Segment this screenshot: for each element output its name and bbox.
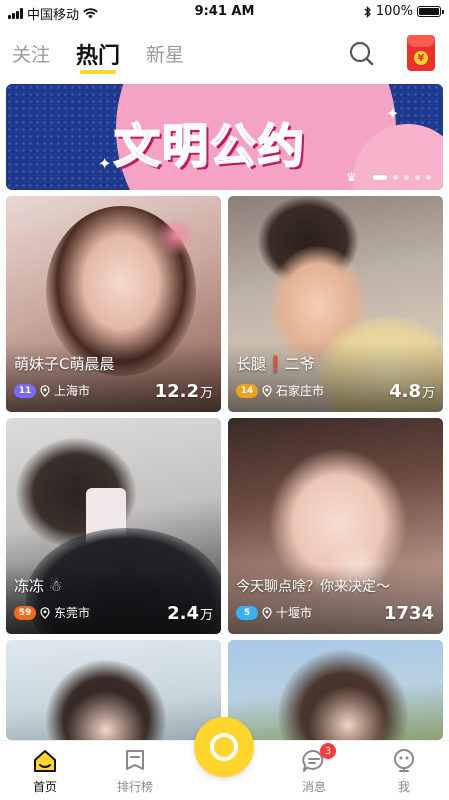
banner-pagination bbox=[373, 175, 431, 180]
ranking-icon bbox=[121, 747, 149, 775]
status-right: 100% bbox=[364, 4, 444, 19]
red-packet-button[interactable]: ¥ bbox=[407, 35, 435, 71]
profile-icon bbox=[390, 747, 418, 775]
page-dot bbox=[426, 175, 431, 180]
streamer-name: 冻冻 ☃ bbox=[14, 575, 62, 596]
card-meta: 5 十堰市 bbox=[236, 604, 312, 621]
streamer-name: 长腿❗二爷 bbox=[236, 353, 315, 374]
location-label: 东莞市 bbox=[54, 606, 91, 620]
location-label: 十堰市 bbox=[276, 606, 313, 620]
tab-hot[interactable]: 热门 bbox=[76, 38, 120, 70]
tab-new-stars[interactable]: 新星 bbox=[146, 40, 184, 67]
location-pin-icon bbox=[40, 606, 50, 619]
leg-icon: ❗ bbox=[266, 355, 285, 373]
live-card[interactable] bbox=[228, 640, 443, 740]
sparkle-icon: ✦ bbox=[98, 154, 112, 173]
sparkle-icon: ✦ bbox=[386, 104, 400, 123]
go-live-button[interactable] bbox=[194, 717, 254, 777]
crown-icon: ♛ bbox=[346, 170, 357, 184]
level-badge: 59 bbox=[14, 605, 36, 620]
count-value: 4.8 bbox=[389, 381, 421, 402]
battery-percent: 100% bbox=[375, 4, 413, 19]
count-value: 2.4 bbox=[167, 603, 199, 624]
location-label: 上海市 bbox=[54, 384, 91, 398]
banner-title: 文明公约 bbox=[113, 118, 306, 174]
nav-profile[interactable]: 我 bbox=[369, 747, 439, 795]
page-dot bbox=[393, 175, 398, 180]
live-card[interactable]: 今天聊点啥？你来决定～ 5 十堰市 1734 bbox=[228, 418, 443, 634]
red-packet-flap bbox=[407, 35, 435, 47]
viewer-count: 12.2万 bbox=[155, 381, 213, 402]
level-badge: 5 bbox=[236, 605, 258, 620]
tab-follow[interactable]: 关注 bbox=[12, 40, 50, 67]
photo-detail bbox=[156, 216, 196, 256]
count-value: 1734 bbox=[383, 603, 434, 624]
card-meta: 14 石家庄市 bbox=[236, 382, 324, 399]
nav-profile-label: 我 bbox=[397, 780, 410, 794]
live-card[interactable]: 长腿❗二爷 14 石家庄市 4.8万 bbox=[228, 196, 443, 412]
card-meta: 11 上海市 bbox=[14, 382, 90, 399]
stream-title: 今天聊点啥？你来决定～ bbox=[236, 579, 390, 595]
viewer-count: 4.8万 bbox=[389, 381, 435, 402]
count-unit: 万 bbox=[421, 386, 435, 401]
page-dot bbox=[415, 175, 420, 180]
count-unit: 万 bbox=[199, 386, 213, 401]
streamer-name: 萌妹子C萌晨晨 bbox=[14, 355, 115, 373]
live-camera-icon bbox=[210, 733, 238, 761]
count-unit: 万 bbox=[199, 608, 213, 623]
ghost-icon: ☃ bbox=[44, 577, 63, 595]
location-label: 石家庄市 bbox=[276, 384, 325, 398]
active-tab-indicator bbox=[80, 70, 116, 74]
nav-messages[interactable]: 3 消息 bbox=[279, 743, 349, 795]
nav-home[interactable]: 首页 bbox=[10, 747, 80, 795]
location-pin-icon bbox=[40, 384, 50, 397]
bluetooth-icon bbox=[364, 5, 371, 18]
level-badge: 11 bbox=[14, 383, 36, 398]
battery-icon bbox=[417, 6, 444, 17]
nav-ranking-label: 排行榜 bbox=[116, 780, 153, 794]
nav-home-label: 首页 bbox=[32, 780, 57, 794]
location-pin-icon bbox=[262, 606, 272, 619]
top-nav: 关注 热门 新星 ¥ bbox=[0, 30, 449, 80]
location-pin-icon bbox=[262, 384, 272, 397]
live-card[interactable]: 萌妹子C萌晨晨 11 上海市 12.2万 bbox=[6, 196, 221, 412]
home-icon bbox=[31, 747, 59, 775]
bottom-nav: 首页 排行榜 3 消息 我 bbox=[0, 717, 449, 800]
unread-badge: 3 bbox=[320, 743, 336, 759]
streamer-name-text: 冻冻 bbox=[14, 577, 45, 595]
search-icon bbox=[349, 41, 374, 66]
count-value: 12.2 bbox=[154, 381, 199, 402]
page-dot bbox=[404, 175, 409, 180]
live-card[interactable] bbox=[6, 640, 221, 740]
level-badge: 14 bbox=[236, 383, 258, 398]
viewer-count: 2.4万 bbox=[167, 603, 213, 624]
nav-ranking[interactable]: 排行榜 bbox=[100, 747, 170, 795]
streamer-name-text: 长腿 bbox=[236, 355, 267, 373]
card-meta: 59 东莞市 bbox=[14, 604, 90, 621]
viewer-count: 1734 bbox=[384, 603, 435, 624]
page-dot bbox=[373, 175, 387, 180]
red-packet-icon: ¥ bbox=[414, 51, 428, 65]
search-button[interactable] bbox=[347, 39, 377, 69]
streamer-name-suffix: 二爷 bbox=[284, 355, 315, 373]
status-bar: 中国移动 9:41 AM 100% bbox=[0, 0, 449, 24]
live-card[interactable]: 冻冻 ☃ 59 东莞市 2.4万 bbox=[6, 418, 221, 634]
message-icon: 3 bbox=[300, 743, 336, 775]
nav-messages-label: 消息 bbox=[301, 780, 326, 794]
announcement-banner[interactable]: ✦ ✦ ♛ 文明公约 bbox=[6, 84, 443, 190]
